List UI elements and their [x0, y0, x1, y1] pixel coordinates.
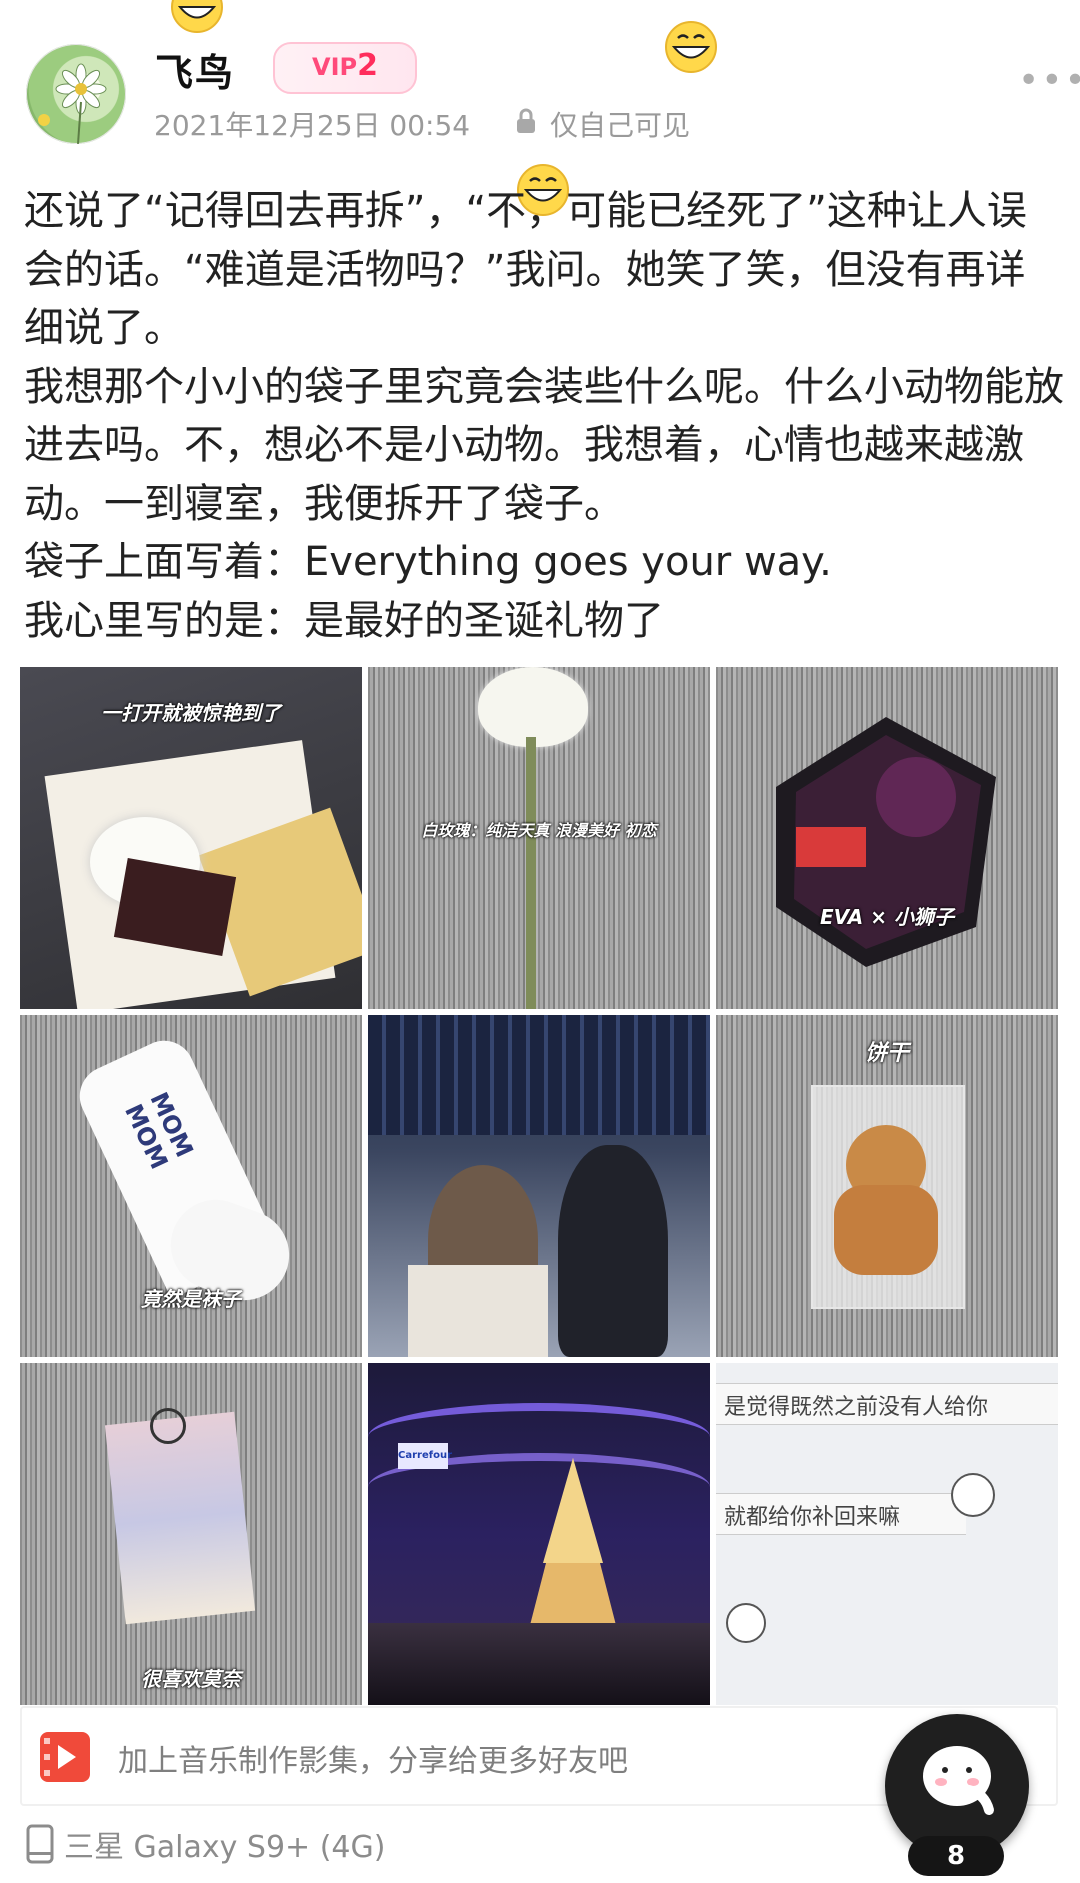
video-play-icon	[40, 1732, 90, 1782]
more-dots-icon[interactable]: •••	[1018, 60, 1080, 101]
photo-white-rose[interactable]: 白玫瑰：纯洁天真 浪漫美好 初恋	[368, 667, 710, 1009]
photo-monet-cards[interactable]: 很喜欢莫奈	[20, 1363, 362, 1705]
photo-couple-mall[interactable]	[368, 1015, 710, 1357]
lock-icon	[517, 108, 535, 133]
username[interactable]: 飞鸟	[155, 42, 235, 97]
post-timestamp: 2021年12月25日 00:54	[154, 109, 471, 142]
photo-caption: 一打开就被惊艳到了	[101, 701, 281, 725]
photo-socks[interactable]: MOM MOM 竟然是袜子	[20, 1015, 362, 1357]
device-label: 三星 Galaxy S9+ (4G)	[64, 1830, 386, 1865]
vip-level: 2	[357, 48, 378, 83]
flower-icon	[38, 63, 107, 144]
sticker-count-badge: 8	[908, 1836, 1004, 1876]
photo-handwritten-note[interactable]: 是觉得既然之前没有人给你 就都给你补回来嘛	[716, 1363, 1058, 1705]
post-content: 还说了“记得回去再拆”，“不，可能已经死了”这种让人误会的话。“难道是活物吗？”…	[24, 182, 1064, 650]
content-paragraph: 我心里写的是：是最好的圣诞礼物了	[24, 597, 664, 644]
privacy-label: 仅自己可见	[550, 109, 691, 142]
avatar[interactable]	[26, 44, 126, 144]
content-paragraph: 我想那个小小的袋子里究竟会装些什么呢。什么小动物能放进去吗。不，想必不是小动物。…	[24, 363, 1064, 527]
photo-caption: 饼干	[864, 1041, 909, 1066]
photo-caption: 是觉得既然之前没有人给你	[724, 1395, 989, 1420]
grin-emoji-icon	[170, 0, 224, 34]
post-header: 飞鸟 VIP2 2021年12月25日 00:54 仅自己可见 •••	[0, 0, 1080, 150]
vip-badge[interactable]: VIP2	[273, 42, 417, 94]
photo-gift-bag[interactable]: 一打开就被惊艳到了	[20, 667, 362, 1009]
photo-caption: 竟然是袜子	[141, 1287, 241, 1311]
photo-caption: 很喜欢莫奈	[141, 1667, 241, 1691]
photo-caption: 白玫瑰：纯洁天真 浪漫美好 初恋	[421, 821, 657, 840]
music-album-text: 加上音乐制作影集，分享给更多好友吧	[118, 1744, 628, 1779]
phone-icon	[26, 1824, 54, 1864]
content-paragraph: 袋子上面写着：Everything goes your way.	[24, 539, 832, 585]
photo-grid: 一打开就被惊艳到了 白玫瑰：纯洁天真 浪漫美好 初恋 EVA × 小狮子 MOM…	[20, 667, 1060, 1705]
photo-caption: EVA × 小狮子	[820, 905, 954, 929]
content-paragraph: 还说了“记得回去再拆”，“不，可能已经死了”这种让人误会的话。“难道是活物吗？”…	[24, 188, 1027, 351]
vip-label: VIP	[312, 53, 358, 81]
handwriting-line: 就都给你补回来嘛	[724, 1505, 901, 1530]
photo-eva-box[interactable]: EVA × 小狮子	[716, 667, 1058, 1009]
photo-christmas-tree[interactable]: Carrefour	[368, 1363, 710, 1705]
photo-gingerbread[interactable]: 饼干	[716, 1015, 1058, 1357]
grin-emoji-icon	[664, 20, 718, 74]
